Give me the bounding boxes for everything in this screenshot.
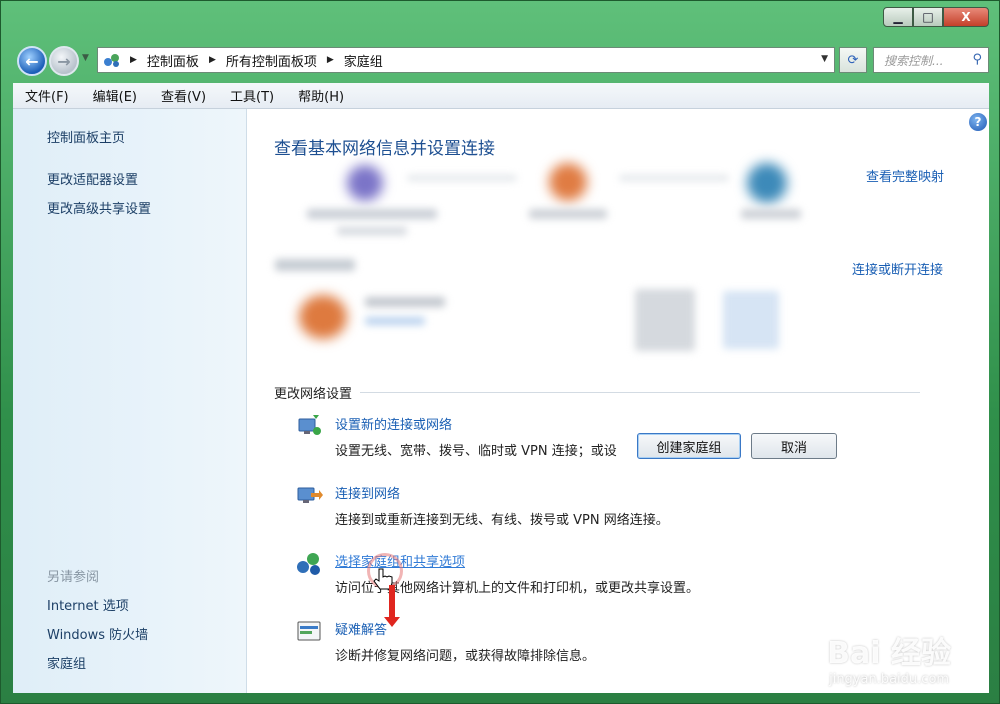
breadcrumb-all-items[interactable]: 所有控制面板项 [226,51,317,70]
menu-help[interactable]: 帮助(H) [286,86,356,105]
breadcrumb-control-panel[interactable]: 控制面板 [147,51,199,70]
search-placeholder: 搜索控制... [884,53,944,68]
menu-file[interactable]: 文件(F) [13,86,81,105]
troubleshoot-icon [295,617,323,645]
sidebar-internet-options-link[interactable]: Internet 选项 [47,595,129,614]
blurred-connector [407,175,517,181]
blurred-heading [275,259,355,271]
refresh-button[interactable]: ⟳ [839,47,867,73]
connect-disconnect-link[interactable]: 连接或断开连接 [852,259,943,278]
breadcrumb-separator: ▶ [326,55,334,65]
sidebar-firewall-link[interactable]: Windows 防火墙 [47,624,148,643]
menu-edit[interactable]: 编辑(E) [81,86,149,105]
blurred-label [365,297,445,307]
sidebar-adapter-settings-link[interactable]: 更改适配器设置 [47,169,138,188]
network-icon [549,163,587,201]
page-title: 查看基本网络信息并设置连接 [274,139,495,159]
section-heading: 更改网络设置 [274,387,353,402]
menu-bar: 文件(F) 编辑(E) 查看(V) 工具(T) 帮助(H) [13,83,989,109]
task-connect-network-link[interactable]: 连接到网络 [335,483,400,502]
baidu-watermark: Bai 经验 jingyan.baidu.com [827,628,951,687]
task-troubleshoot-link[interactable]: 疑难解答 [335,619,387,638]
sidebar-home-link[interactable]: 控制面板主页 [47,127,125,146]
active-network-icon [299,295,347,339]
blurred-label [307,209,437,219]
main-content: ? 查看基本网络信息并设置连接 查看完整映射 连接或断开连接 更改网络设置 设置… [247,109,989,693]
blurred-label [529,209,607,219]
task-connect-network-desc: 连接到或重新连接到无线、有线、拨号或 VPN 网络连接。 [335,513,669,528]
help-icon[interactable]: ? [969,113,987,131]
task-new-connection-link[interactable]: 设置新的连接或网络 [335,414,452,433]
search-icon[interactable]: ⚲ [972,52,982,67]
cancel-button[interactable]: 取消 [751,433,837,459]
chevron-down-icon[interactable]: ▼ [821,54,828,64]
breadcrumb-separator: ▶ [130,55,137,65]
sidebar-homegroup-link[interactable]: 家庭组 [47,653,86,672]
back-arrow-icon: ← [25,51,39,71]
left-navigation-pane: 控制面板主页 更改适配器设置 更改高级共享设置 另请参阅 Internet 选项… [13,109,247,693]
task-new-connection-desc: 设置无线、宽带、拨号、临时或 VPN 连接；或设 [335,444,617,459]
blurred-label [723,291,779,349]
internet-icon [747,163,787,203]
menu-view[interactable]: 查看(V) [149,86,218,105]
new-connection-icon [295,411,323,439]
blurred-label [635,289,695,351]
sidebar-advanced-sharing-link[interactable]: 更改高级共享设置 [47,198,151,217]
minimize-icon: ▁ [893,10,903,24]
maximize-button[interactable]: □ [913,7,943,27]
forward-arrow-icon: → [57,51,71,71]
section-divider [360,392,920,393]
breadcrumb-separator: ▶ [208,55,216,65]
minimize-button[interactable]: ▁ [883,7,913,27]
close-icon: X [961,10,971,24]
view-full-map-link[interactable]: 查看完整映射 [866,166,944,185]
network-icon [102,52,122,68]
caption-buttons: ▁ □ X [883,7,989,27]
window-frame: ▁ □ X ← → ▼ ▶ 控制面板 ▶ 所有控制面板项 ▶ 家庭组 ▼ ⟳ 搜… [0,0,1000,704]
breadcrumb-homegroup[interactable]: 家庭组 [344,51,383,70]
create-homegroup-button[interactable]: 创建家庭组 [637,433,741,459]
back-button[interactable]: ← [17,46,47,76]
menu-tools[interactable]: 工具(T) [218,86,286,105]
watermark-logo: Bai 经验 [827,636,951,671]
blurred-label [741,209,801,219]
computer-icon [347,165,383,201]
refresh-icon: ⟳ [847,52,859,68]
maximize-icon: □ [922,10,934,24]
red-arrow-icon [384,585,400,627]
connect-network-icon [295,481,323,509]
task-troubleshoot-desc: 诊断并修复网络问题，或获得故障排除信息。 [335,649,596,664]
watermark-url: jingyan.baidu.com [829,672,950,687]
recent-pages-button[interactable]: ▼ [82,53,89,63]
navigation-row: ← → ▼ ▶ 控制面板 ▶ 所有控制面板项 ▶ 家庭组 ▼ ⟳ 搜索控制...… [15,43,989,77]
homegroup-icon [295,549,323,577]
see-also-heading: 另请参阅 [47,570,100,585]
search-input[interactable]: 搜索控制... ⚲ [873,47,989,73]
close-button[interactable]: X [943,7,989,27]
blurred-label [365,317,425,325]
blurred-label [337,227,407,235]
blurred-connector [619,175,729,181]
address-bar[interactable]: ▶ 控制面板 ▶ 所有控制面板项 ▶ 家庭组 ▼ [97,47,835,73]
forward-button[interactable]: → [49,46,79,76]
